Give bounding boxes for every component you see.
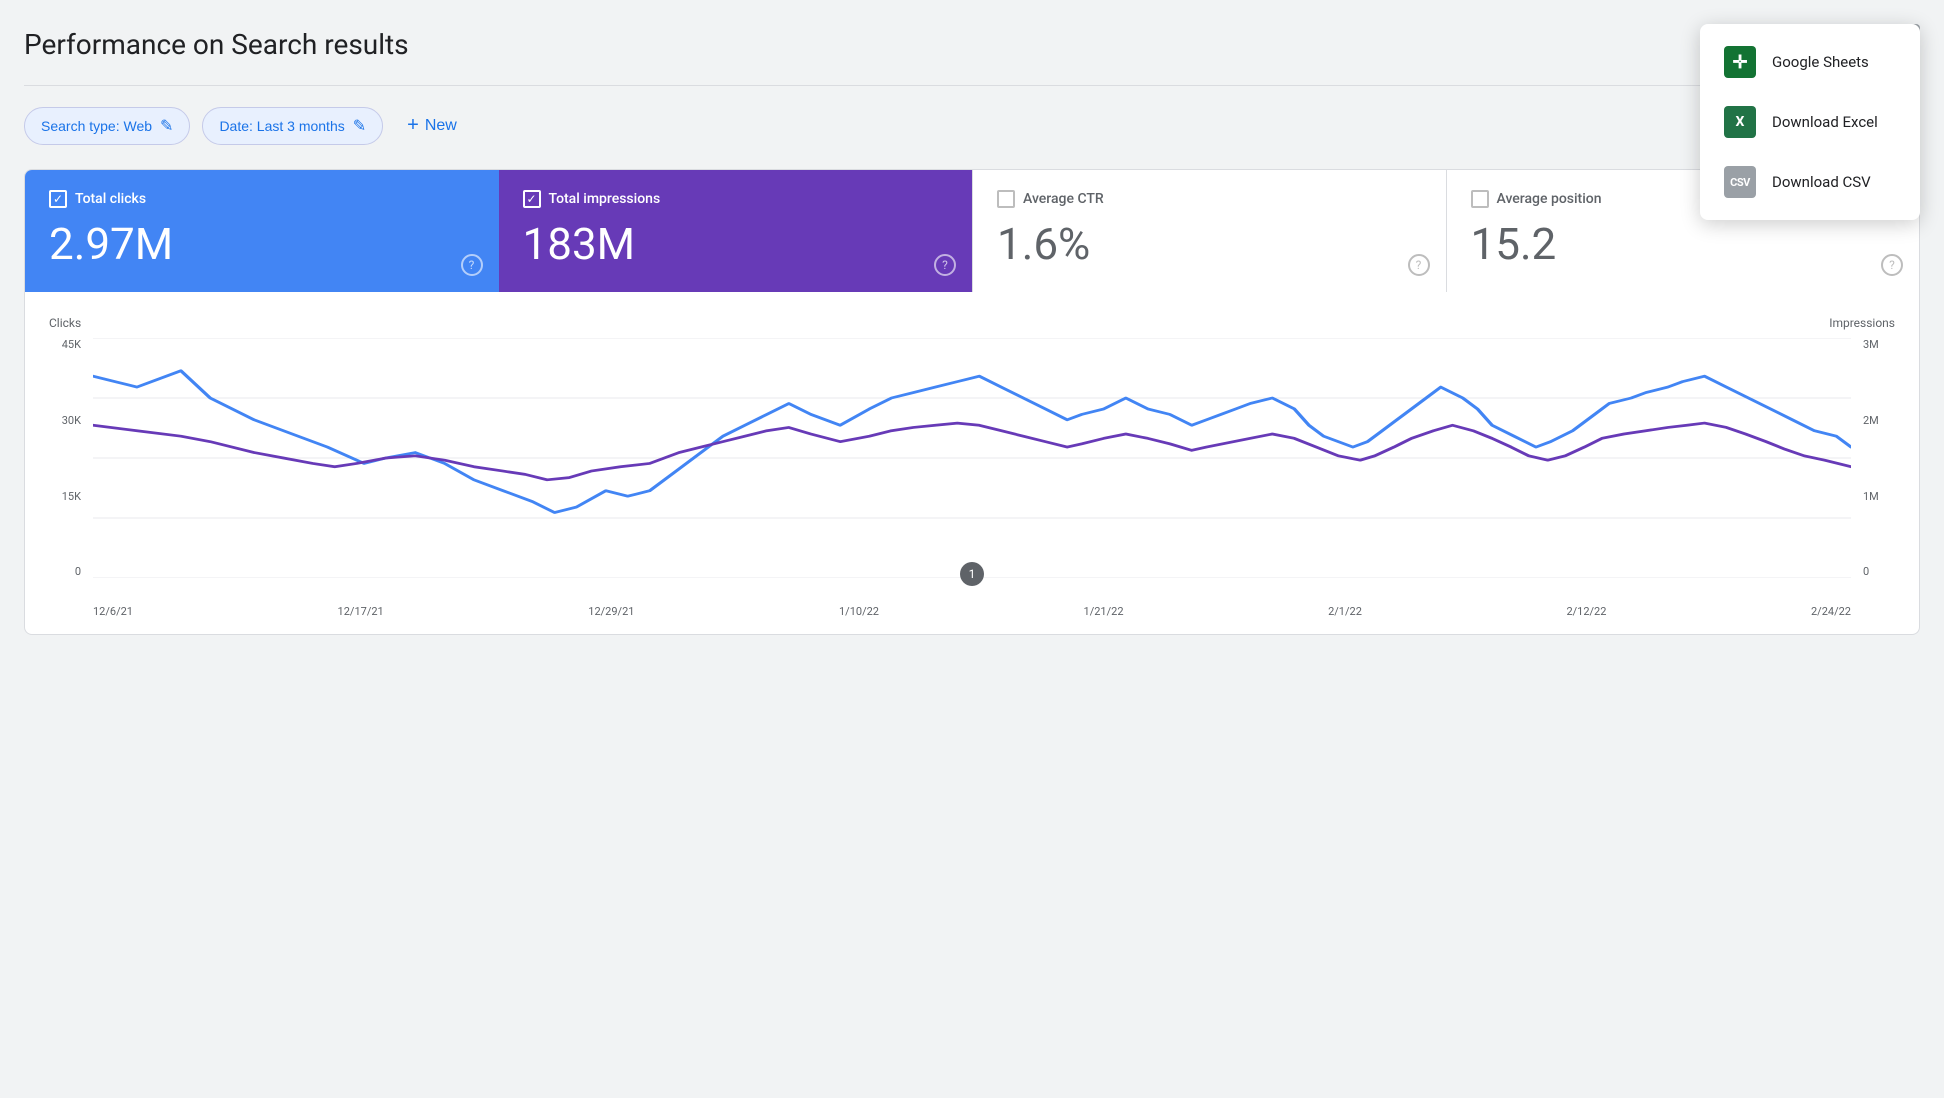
- checkbox-impressions: ✓: [523, 190, 541, 208]
- dropdown-item-download-csv[interactable]: CSV Download CSV: [1700, 152, 1920, 212]
- filters-row: Search type: Web ✎ Date: Last 3 months ✎…: [24, 106, 1920, 145]
- clicks-value: 2.97M: [49, 220, 475, 268]
- y-right-2m: 2M: [1863, 414, 1879, 427]
- ctr-help-icon[interactable]: ?: [1408, 254, 1430, 276]
- impressions-label: Total impressions: [549, 191, 661, 207]
- chart-right-label: Impressions: [1829, 316, 1895, 330]
- x-label-6: 2/1/22: [1328, 605, 1362, 618]
- new-button[interactable]: + New: [395, 106, 469, 145]
- search-type-filter[interactable]: Search type: Web ✎: [24, 107, 190, 145]
- y-left-0: 0: [75, 565, 81, 578]
- x-label-8: 2/24/22: [1811, 605, 1851, 618]
- clicks-help-icon[interactable]: ?: [461, 254, 483, 276]
- search-type-label: Search type: Web: [41, 118, 152, 134]
- chart-svg: [93, 338, 1851, 578]
- y-left-45k: 45K: [62, 338, 81, 351]
- metric-card-total-impressions[interactable]: ✓ Total impressions 183M ?: [499, 170, 973, 292]
- checkbox-ctr: [997, 190, 1015, 208]
- x-label-2: 12/17/21: [338, 605, 384, 618]
- chart-axis-labels: Clicks Impressions: [49, 316, 1895, 330]
- checkbox-clicks: ✓: [49, 190, 67, 208]
- metric-header-ctr: Average CTR: [997, 190, 1422, 208]
- impressions-value: 183M: [523, 220, 949, 268]
- position-value: 15.2: [1471, 220, 1896, 268]
- y-right-3m: 3M: [1863, 338, 1879, 351]
- dropdown-item-google-sheets[interactable]: ✛ Google Sheets: [1700, 32, 1920, 92]
- x-axis: 12/6/21 12/17/21 12/29/21 1/10/22 1/21/2…: [93, 605, 1851, 618]
- dropdown-item-download-excel[interactable]: X Download Excel: [1700, 92, 1920, 152]
- page-header: Performance on Search results ⬇ EXPORT: [24, 24, 1920, 65]
- metric-header-impressions: ✓ Total impressions: [523, 190, 949, 208]
- metric-header-clicks: ✓ Total clicks: [49, 190, 475, 208]
- clicks-label: Total clicks: [75, 191, 146, 207]
- date-edit-icon: ✎: [353, 116, 366, 136]
- x-label-3: 12/29/21: [588, 605, 634, 618]
- y-right-0: 0: [1863, 565, 1869, 578]
- position-help-icon[interactable]: ?: [1881, 254, 1903, 276]
- impressions-help-icon[interactable]: ?: [934, 254, 956, 276]
- excel-icon: X: [1724, 106, 1756, 138]
- search-type-edit-icon: ✎: [160, 116, 173, 136]
- date-filter[interactable]: Date: Last 3 months ✎: [202, 107, 383, 145]
- google-sheets-icon: ✛: [1724, 46, 1756, 78]
- position-label: Average position: [1497, 191, 1602, 207]
- ctr-value: 1.6%: [997, 220, 1422, 268]
- page-title: Performance on Search results: [24, 28, 409, 61]
- checkbox-position: [1471, 190, 1489, 208]
- y-left-30k: 30K: [62, 414, 81, 427]
- x-label-1: 12/6/21: [93, 605, 133, 618]
- y-right-1m: 1M: [1863, 490, 1879, 503]
- x-label-4: 1/10/22: [839, 605, 879, 618]
- header-divider: [24, 85, 1920, 86]
- csv-icon: CSV: [1724, 166, 1756, 198]
- metrics-row: ✓ Total clicks 2.97M ? ✓ Total impressio…: [24, 169, 1920, 292]
- chart-svg-wrapper: [93, 338, 1851, 578]
- y-axis-left: 45K 30K 15K 0: [49, 338, 89, 578]
- metric-card-total-clicks[interactable]: ✓ Total clicks 2.97M ?: [25, 170, 499, 292]
- y-left-15k: 15K: [62, 490, 81, 503]
- new-label: New: [425, 117, 457, 135]
- chart-container: Clicks Impressions 45K 30K 15K 0 3M 2M 1…: [24, 292, 1920, 635]
- chart-badge: 1: [960, 562, 984, 586]
- chart-left-label: Clicks: [49, 316, 81, 330]
- chart-area: 45K 30K 15K 0 3M 2M 1M 0: [49, 338, 1895, 618]
- badge-label: 1: [969, 567, 976, 581]
- ctr-label: Average CTR: [1023, 191, 1104, 207]
- y-axis-right: 3M 2M 1M 0: [1855, 338, 1895, 578]
- google-sheets-label: Google Sheets: [1772, 53, 1869, 71]
- plus-icon: +: [407, 114, 419, 137]
- metric-card-average-ctr[interactable]: Average CTR 1.6% ?: [972, 170, 1446, 292]
- download-csv-label: Download CSV: [1772, 173, 1871, 191]
- date-label: Date: Last 3 months: [219, 118, 344, 134]
- x-label-7: 2/12/22: [1566, 605, 1606, 618]
- x-label-5: 1/21/22: [1084, 605, 1124, 618]
- download-excel-label: Download Excel: [1772, 113, 1878, 131]
- export-dropdown: ✛ Google Sheets X Download Excel CSV Dow…: [1700, 24, 1920, 220]
